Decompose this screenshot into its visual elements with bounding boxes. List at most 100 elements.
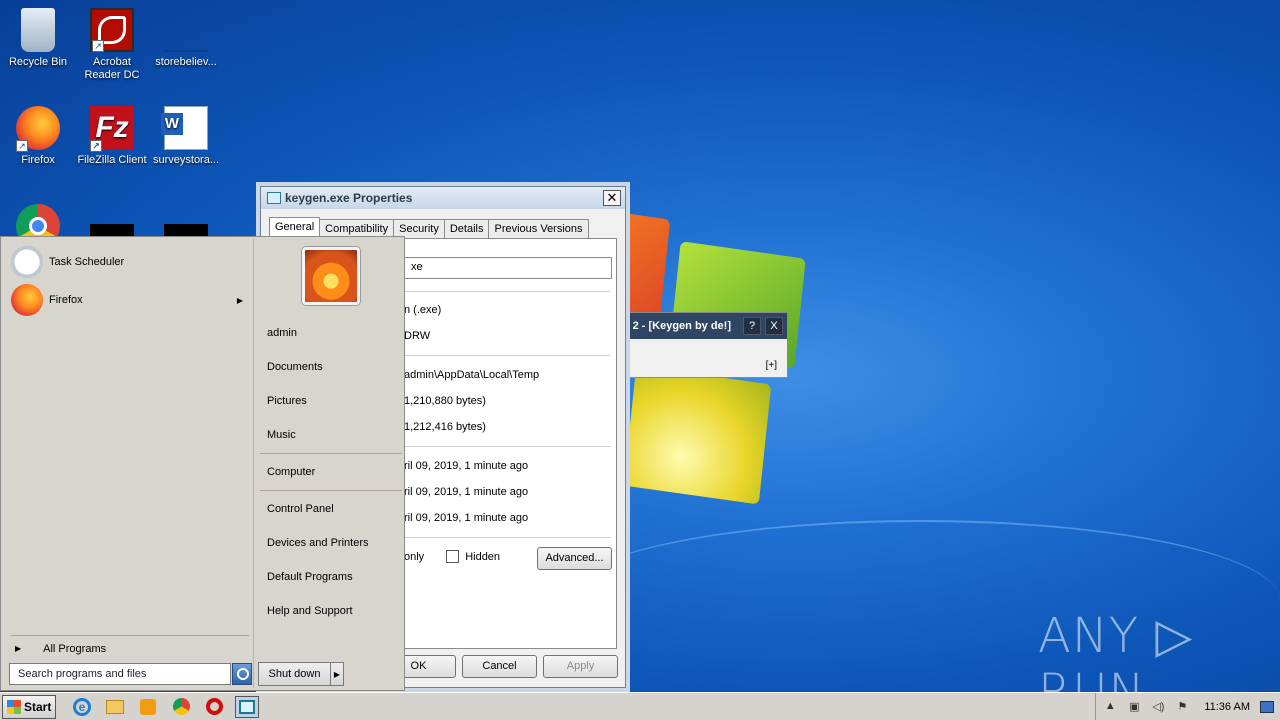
desktop-icon-label: Firefox [21, 154, 55, 166]
desktop-icon-firefox[interactable]: ↗ Firefox [0, 106, 76, 167]
start-link-devices-printers[interactable]: Devices and Printers [267, 537, 369, 549]
clock-icon [11, 246, 43, 278]
size-on-disk-value: 1,212,416 bytes) [404, 421, 486, 433]
advanced-button[interactable]: Advanced... [537, 547, 612, 570]
show-hidden-icons-icon[interactable]: ▲ [1102, 700, 1118, 714]
user-avatar[interactable] [302, 247, 360, 305]
dialog-titlebar[interactable]: keygen.exe Properties ✕ [261, 187, 625, 209]
keygen-help-button[interactable]: ? [743, 317, 761, 335]
desktop-icon-filezilla[interactable]: Fz ↗ FileZilla Client [74, 106, 150, 167]
taskbar-properties-window[interactable] [235, 695, 259, 718]
shutdown-button[interactable]: Shut down ▶ [258, 662, 344, 686]
start-menu-places-pane: admin Documents Pictures Music Computer … [256, 239, 404, 688]
all-programs-button[interactable]: ▶ All Programs [11, 635, 249, 655]
chevron-right-icon[interactable]: ▶ [237, 296, 243, 305]
action-center-flag-icon[interactable]: ⚑ [1174, 700, 1190, 714]
taskbar-clock[interactable]: 11:36 AM [1204, 701, 1250, 713]
taskbar-media-player[interactable] [136, 696, 160, 718]
acrobat-icon: ↗ [90, 8, 134, 52]
hidden-label: Hidden [465, 550, 501, 563]
file-icon [90, 224, 134, 236]
search-icon[interactable] [232, 663, 252, 685]
internet-explorer-icon: e [73, 697, 91, 716]
desktop-icon-label: storebeliev... [155, 56, 217, 68]
cancel-button[interactable]: Cancel [462, 655, 537, 678]
desktop-icon-label: surveystora... [152, 154, 220, 166]
taskbar-pinned: e [70, 695, 268, 718]
shutdown-label: Shut down [259, 663, 331, 685]
start-search-input[interactable]: Search programs and files [9, 663, 231, 685]
start-button[interactable]: Start [2, 694, 56, 719]
start-link-default-programs[interactable]: Default Programs [267, 571, 353, 583]
system-tray: ▲ ▣ ◁) ⚑ 11:36 AM [1095, 693, 1280, 720]
desktop-icon-label: Acrobat Reader DC [84, 56, 140, 81]
attributes-row: only Hidden [404, 550, 500, 563]
keygen-expand-button[interactable]: [+] [766, 360, 777, 371]
file-name-field[interactable]: xe [404, 257, 612, 279]
start-menu-item-task-scheduler[interactable]: Task Scheduler [11, 245, 249, 279]
file-icon [164, 36, 208, 52]
location-value: admin\AppData\Local\Temp [404, 369, 540, 381]
apply-button[interactable]: Apply [543, 655, 618, 678]
firefox-icon: ↗ [16, 106, 60, 152]
desktop-icon-label: Recycle Bin [8, 56, 68, 68]
keygen-title: 2 - [Keygen by de!] [632, 320, 731, 332]
keygen-window[interactable]: 2 - [Keygen by de!] ? X [+] [626, 312, 788, 378]
divider [260, 453, 402, 454]
taskbar-chrome[interactable] [169, 696, 193, 718]
desktop-icon-recycle-bin[interactable]: Recycle Bin [0, 8, 76, 69]
start-link-help-support[interactable]: Help and Support [267, 605, 353, 617]
taskbar-explorer[interactable] [103, 696, 127, 718]
start-menu-programs-pane: Task Scheduler Firefox ▶ ▶ All Programs … [3, 239, 254, 688]
desktop-icon-acrobat[interactable]: ↗ Acrobat Reader DC [74, 8, 150, 82]
volume-icon[interactable]: ◁) [1150, 700, 1166, 714]
start-link-music[interactable]: Music [267, 429, 296, 441]
tab-details[interactable]: Details [443, 219, 490, 239]
windows-logo-icon [7, 699, 21, 714]
chrome-icon [172, 698, 190, 715]
properties-icon [239, 699, 255, 714]
start-link-pictures[interactable]: Pictures [267, 395, 307, 407]
dialog-title: keygen.exe Properties [285, 191, 413, 205]
word-doc-icon: W [161, 106, 208, 150]
accessed-value: ril 09, 2019, 1 minute ago [404, 512, 529, 524]
network-icon[interactable]: ▣ [1126, 700, 1142, 714]
start-menu: Task Scheduler Firefox ▶ ▶ All Programs … [0, 236, 405, 691]
triangle-right-icon: ▶ [15, 644, 22, 653]
start-menu-item-label: Task Scheduler [49, 256, 125, 268]
shutdown-options-arrow-icon[interactable]: ▶ [331, 670, 343, 679]
taskbar-ie[interactable]: e [70, 696, 94, 718]
start-menu-item-firefox[interactable]: Firefox ▶ [11, 283, 249, 317]
opera-icon [205, 698, 223, 715]
dialog-close-button[interactable]: ✕ [603, 190, 621, 206]
start-link-control-panel[interactable]: Control Panel [267, 503, 334, 515]
folder-icon [106, 699, 124, 714]
keygen-close-button[interactable]: X [765, 317, 783, 335]
desktop-icon-storebeliev[interactable]: storebeliev... [148, 8, 224, 69]
start-label: Start [24, 699, 52, 714]
type-value: n (.exe) [404, 304, 442, 316]
start-link-computer[interactable]: Computer [267, 466, 315, 478]
file-icon [164, 224, 208, 236]
firefox-icon [11, 284, 43, 316]
created-value: ril 09, 2019, 1 minute ago [404, 460, 529, 472]
start-link-admin[interactable]: admin [267, 327, 297, 339]
keygen-titlebar[interactable]: 2 - [Keygen by de!] ? X [627, 313, 787, 339]
recycle-bin-icon [21, 8, 55, 52]
desktop-icon-surveystora[interactable]: W surveystora... [148, 106, 224, 167]
properties-icon [267, 192, 281, 204]
taskbar: Start e ▲ ▣ ◁) ⚑ 11:36 AM [0, 692, 1280, 720]
divider [260, 490, 402, 491]
opens-with-value: DRW [404, 330, 431, 342]
hidden-checkbox[interactable] [446, 550, 460, 563]
all-programs-label: All Programs [43, 642, 107, 655]
wallpaper-flag-yellow [623, 365, 772, 505]
filezilla-icon: Fz ↗ [90, 106, 134, 152]
desktop-icon-label: FileZilla Client [77, 154, 147, 166]
tab-previous-versions[interactable]: Previous Versions [488, 219, 589, 239]
show-desktop-button[interactable] [1260, 701, 1274, 713]
start-link-documents[interactable]: Documents [267, 361, 323, 373]
modified-value: ril 09, 2019, 1 minute ago [404, 486, 529, 498]
start-menu-item-label: Firefox [49, 294, 83, 306]
taskbar-opera[interactable] [202, 696, 226, 718]
